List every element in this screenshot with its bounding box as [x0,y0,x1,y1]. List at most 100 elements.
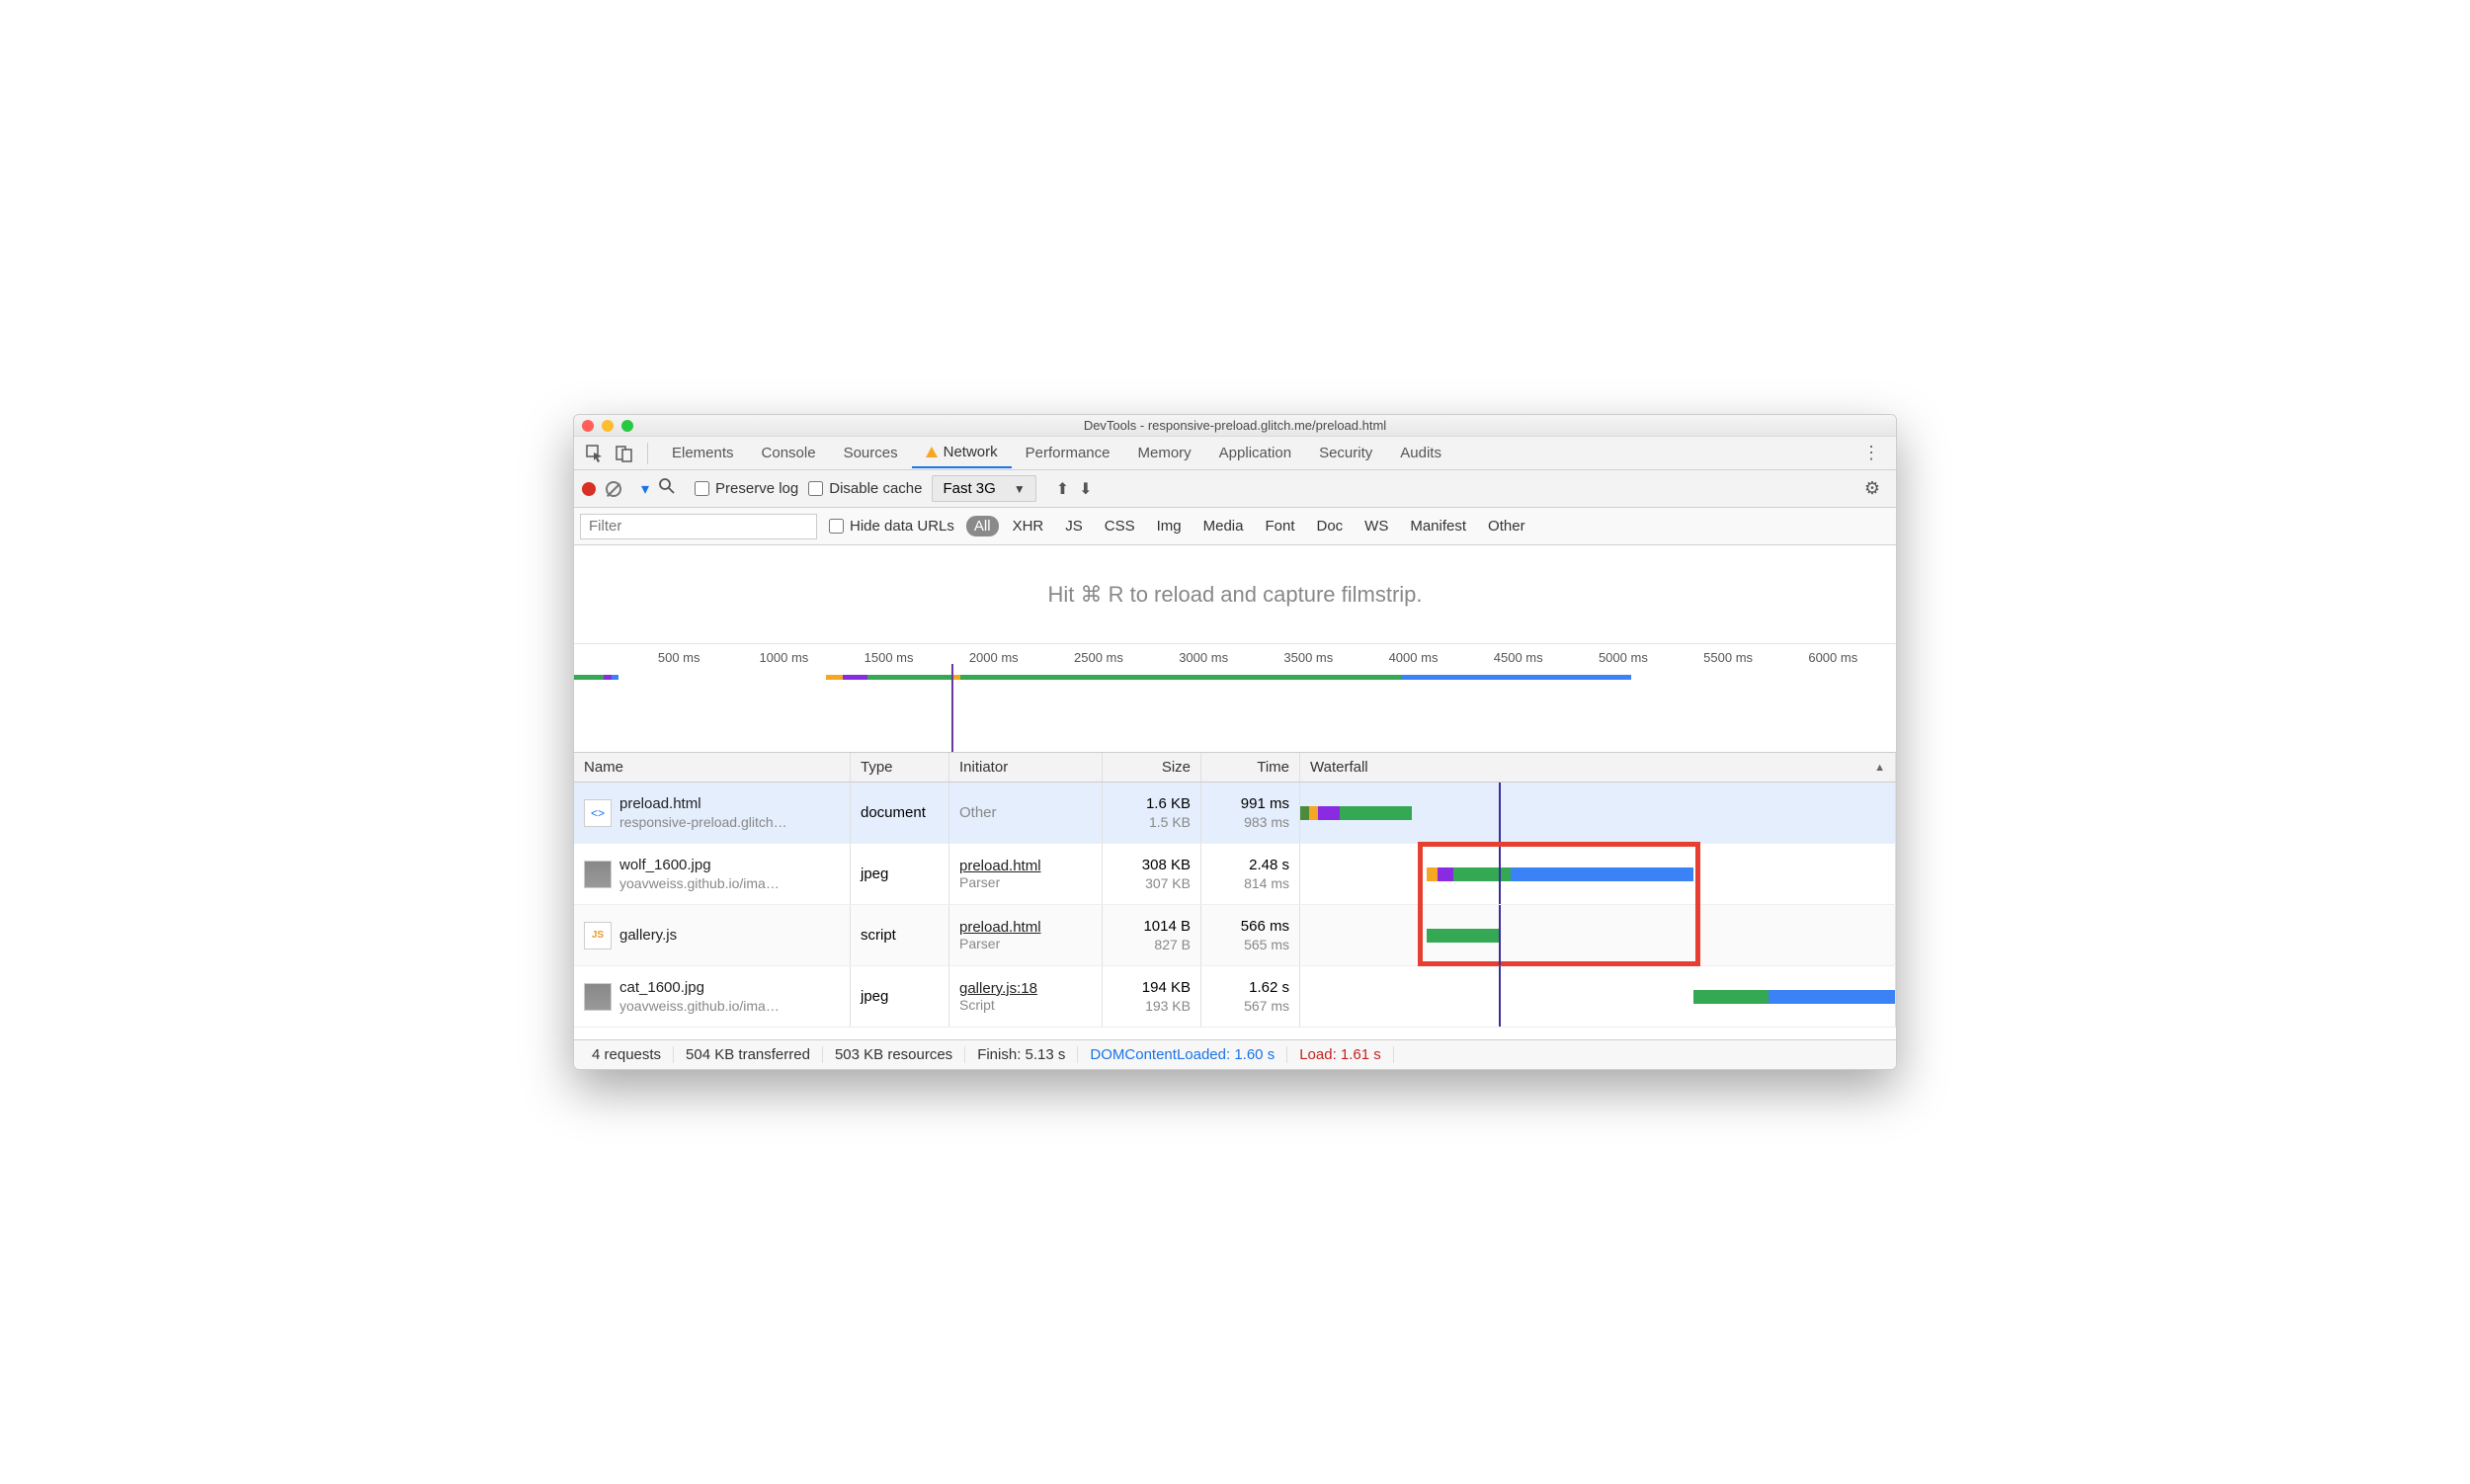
table-row[interactable]: wolf_1600.jpg yoavweiss.github.io/ima… jpe… [574,844,1896,905]
request-type: script [851,905,949,965]
tab-performance[interactable]: Performance [1012,438,1124,468]
separator [647,443,648,464]
clear-button[interactable] [606,481,621,497]
timeline-tick: 2500 ms [1074,650,1123,665]
timeline-tick: 500 ms [658,650,700,665]
initiator-type: Script [959,997,1037,1013]
table-row[interactable]: cat_1600.jpg yoavweiss.github.io/ima… jpeg… [574,966,1896,1028]
tab-security[interactable]: Security [1305,438,1386,468]
file-thumb-icon [584,983,612,1011]
filter-type-css[interactable]: CSS [1097,516,1143,536]
timeline-tick: 5500 ms [1703,650,1753,665]
tab-network[interactable]: Network [912,438,1012,468]
chevron-down-icon: ▼ [1014,482,1026,496]
status-transferred: 504 KB transferred [674,1046,823,1063]
waterfall-marker [1499,966,1501,1027]
file-thumb-icon: JS [584,922,612,949]
filter-input[interactable] [580,514,817,539]
tab-label: Network [944,444,998,460]
timeline-tick: 6000 ms [1808,650,1857,665]
time-total: 566 ms [1241,918,1289,935]
filter-type-xhr[interactable]: XHR [1005,516,1052,536]
request-type: jpeg [851,966,949,1027]
filter-type-doc[interactable]: Doc [1308,516,1351,536]
device-toolbar-icon[interactable] [612,441,637,466]
initiator-type: Parser [959,874,1041,890]
waterfall-segment [1340,806,1412,820]
status-load: Load: 1.61 s [1287,1046,1394,1063]
tab-application[interactable]: Application [1205,438,1305,468]
overview-segment [867,675,951,680]
filter-type-img[interactable]: Img [1149,516,1190,536]
filter-type-all[interactable]: All [966,516,999,536]
search-icon[interactable] [659,478,675,499]
table-row[interactable]: JSgallery.jsscriptpreload.htmlParser1014… [574,905,1896,966]
filter-type-media[interactable]: Media [1195,516,1252,536]
tab-audits[interactable]: Audits [1386,438,1455,468]
record-button[interactable] [582,482,596,496]
table-row[interactable]: <>preload.htmlresponsive-preload.glitch…… [574,783,1896,844]
timeline-tick: 1000 ms [759,650,808,665]
col-waterfall[interactable]: Waterfall▲ [1300,753,1896,782]
upload-har-icon[interactable]: ⬆ [1056,479,1069,499]
initiator-type: Parser [959,936,1041,951]
time-total: 2.48 s [1249,857,1289,873]
col-time[interactable]: Time [1201,753,1300,782]
request-name: wolf_1600.jpg [619,857,780,873]
preserve-log-checkbox[interactable]: Preserve log [695,480,798,497]
time-latency: 983 ms [1244,814,1289,830]
timeline-tick: 2000 ms [969,650,1019,665]
tab-console[interactable]: Console [748,438,830,468]
col-type[interactable]: Type [851,753,949,782]
status-dcl: DOMContentLoaded: 1.60 s [1078,1046,1287,1063]
overview-segment [612,675,618,680]
disable-cache-checkbox[interactable]: Disable cache [808,480,922,497]
request-type: jpeg [851,844,949,904]
filter-type-ws[interactable]: WS [1357,516,1396,536]
tab-label: Audits [1400,445,1441,461]
titlebar: DevTools - responsive-preload.glitch.me/… [574,415,1896,437]
overview-segment [574,675,604,680]
time-total: 1.62 s [1249,979,1289,996]
initiator-link[interactable]: gallery.js:18 [959,980,1037,997]
status-resources: 503 KB resources [823,1046,965,1063]
size-resource: 827 B [1154,937,1191,952]
settings-icon[interactable]: ⚙ [1856,474,1888,503]
more-options-icon[interactable]: ⋮ [1854,439,1888,467]
status-finish: Finish: 5.13 s [965,1046,1078,1063]
filter-type-js[interactable]: JS [1057,516,1091,536]
time-latency: 567 ms [1244,998,1289,1014]
filter-toggle-icon[interactable]: ▾ [641,479,649,499]
col-initiator[interactable]: Initiator [949,753,1103,782]
hide-data-urls-checkbox[interactable]: Hide data URLs [829,518,954,535]
filter-type-font[interactable]: Font [1257,516,1302,536]
throttling-select[interactable]: Fast 3G▼ [932,475,1035,502]
request-domain: yoavweiss.github.io/ima… [619,875,780,891]
tab-sources[interactable]: Sources [830,438,912,468]
request-domain: yoavweiss.github.io/ima… [619,998,780,1014]
filmstrip-hint: Hit ⌘ R to reload and capture filmstrip. [574,545,1896,644]
initiator-link[interactable]: preload.html [959,858,1041,874]
filter-type-manifest[interactable]: Manifest [1402,516,1474,536]
overview-marker[interactable] [951,664,953,752]
inspect-element-icon[interactable] [582,441,608,466]
overview-segment [604,675,612,680]
timeline-tick: 5000 ms [1599,650,1648,665]
waterfall-segment [1309,806,1318,820]
tab-label: Sources [844,445,898,461]
col-size[interactable]: Size [1103,753,1201,782]
initiator-link: Other [959,804,997,821]
tab-elements[interactable]: Elements [658,438,748,468]
filter-type-other[interactable]: Other [1480,516,1533,536]
download-har-icon[interactable]: ⬇ [1079,479,1092,499]
tab-memory[interactable]: Memory [1124,438,1205,468]
col-name[interactable]: Name [574,753,851,782]
status-requests: 4 requests [580,1046,674,1063]
waterfall-segment [1693,990,1770,1004]
overview-timeline[interactable]: 500 ms1000 ms1500 ms2000 ms2500 ms3000 m… [574,644,1896,753]
overview-segment [960,675,1401,680]
window-title: DevTools - responsive-preload.glitch.me/… [574,418,1896,433]
initiator-link[interactable]: preload.html [959,919,1041,936]
timeline-tick: 3000 ms [1179,650,1228,665]
request-name: cat_1600.jpg [619,979,780,996]
